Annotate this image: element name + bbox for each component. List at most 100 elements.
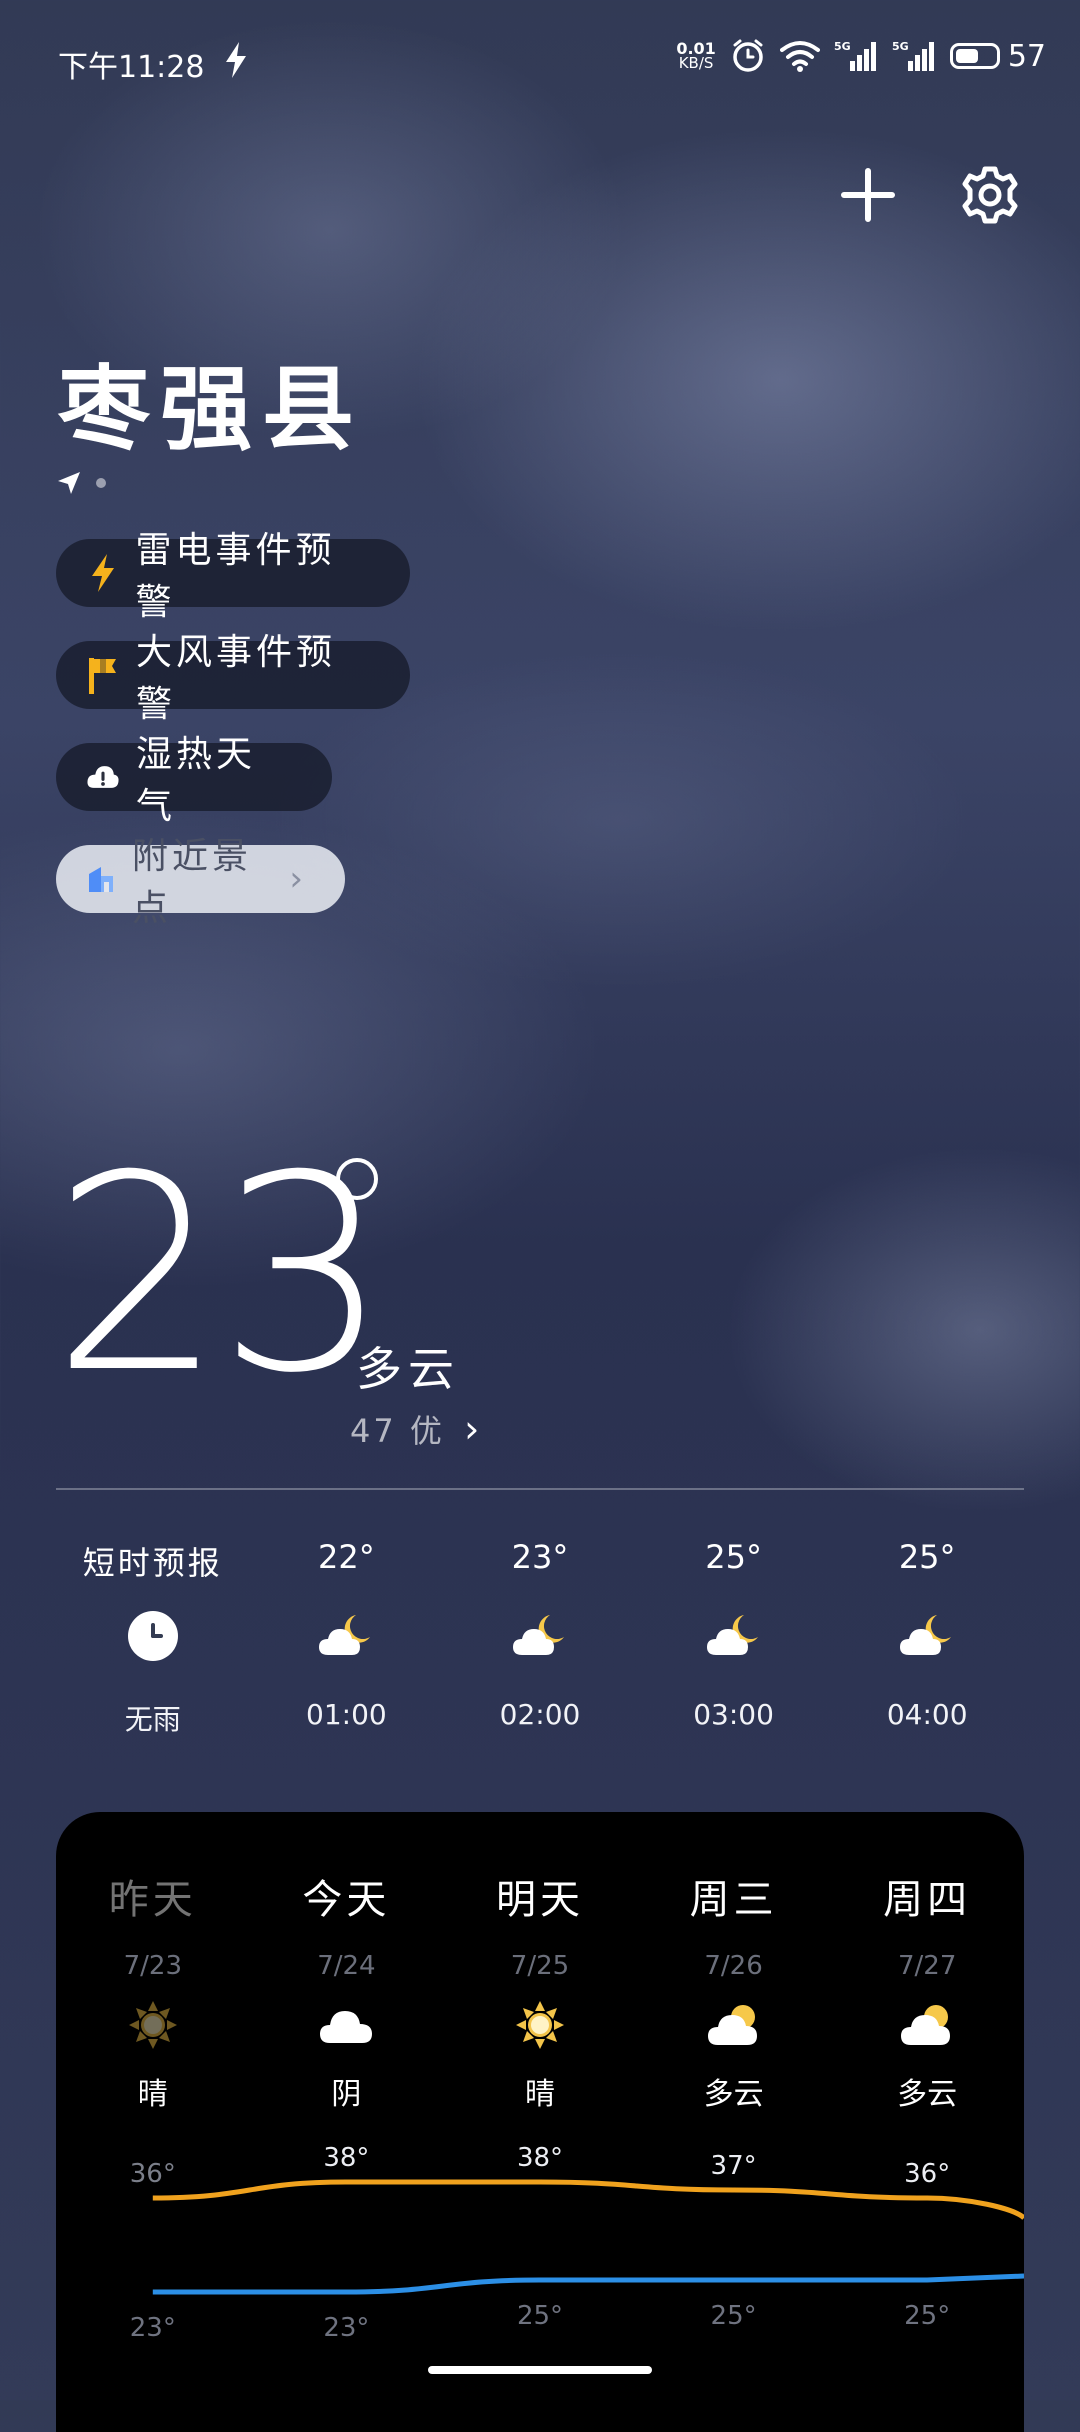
nearby-attractions-button[interactable]: 附近景点 ›: [56, 836, 345, 929]
wind-flag-icon: [86, 655, 120, 695]
alert-label: 湿热天气: [136, 734, 257, 827]
low-temp-line: [152, 2273, 1024, 2295]
nearby-label: 附近景点: [132, 836, 253, 929]
chevron-right-icon: ›: [289, 859, 307, 899]
day-date: 7/25: [510, 1951, 570, 1981]
location-arrow-icon: [58, 472, 80, 494]
high-temp-label: 38°: [517, 2143, 563, 2173]
status-icons: 0.01 KB/S 5G 5G 57: [676, 38, 1046, 74]
hourly-temp: 25°: [898, 1538, 956, 1576]
alert-chip-humid-heat[interactable]: 湿热天气: [56, 734, 332, 827]
cloudy-night-icon: [316, 1586, 376, 1686]
day-date: 7/23: [123, 1951, 182, 1981]
chevron-right-icon: ›: [464, 1407, 483, 1451]
day-condition: 阴: [331, 2077, 362, 2112]
svg-text:5G: 5G: [892, 40, 909, 53]
sunny-icon: [127, 1985, 179, 2065]
hourly-time: 01:00: [306, 1698, 387, 1731]
day-condition: 多云: [897, 2077, 958, 2112]
overcast-icon: [317, 1985, 375, 2065]
low-temp-label: 23°: [323, 2313, 369, 2343]
location-pager: [56, 470, 106, 496]
alert-chip-wind[interactable]: 大风事件预警: [56, 632, 410, 725]
daily-columns: 昨天 7/23 晴 今天 7/24 阴 明天 7/25 晴 周三 7/26 多云…: [56, 1867, 1024, 2113]
hourly-time: 02:00: [499, 1698, 581, 1731]
home-indicator[interactable]: [428, 2366, 652, 2374]
short-term-forecast-label: 短时预报: [82, 1544, 223, 1582]
clock-icon: [127, 1611, 178, 1661]
day-column-today[interactable]: 今天 7/24 阴: [250, 1867, 444, 2113]
alarm-icon: [733, 39, 763, 72]
signal-5g-icon-1: 5G: [834, 40, 876, 71]
hourly-time: 03:00: [693, 1698, 774, 1731]
current-temperature: 23: [52, 1117, 390, 1432]
hourly-temp: 22°: [318, 1538, 375, 1576]
day-column-yesterday[interactable]: 昨天 7/23 晴: [56, 1867, 250, 2113]
hourly-item[interactable]: 23° 02:00: [443, 1538, 637, 1738]
low-temp-label: 25°: [904, 2301, 950, 2331]
day-condition: 晴: [137, 2077, 168, 2112]
low-temp-label: 25°: [711, 2301, 757, 2331]
add-city-button[interactable]: [838, 165, 898, 225]
day-name: 今天: [302, 1877, 391, 1923]
hourly-item[interactable]: 22° 01:00: [250, 1538, 444, 1738]
high-temp-label: 36°: [904, 2159, 950, 2189]
network-speed: 0.01 KB/S: [676, 41, 715, 71]
svg-text:5G: 5G: [834, 40, 851, 53]
day-column-tomorrow[interactable]: 明天 7/25 晴: [443, 1867, 637, 2113]
lightning-icon: [86, 553, 120, 593]
day-name: 周三: [689, 1877, 778, 1923]
hourly-forecast[interactable]: 短时预报 无雨 22° 01:00 23° 02:00 25° 03:00 25…: [56, 1538, 1024, 1738]
hourly-item[interactable]: 短时预报 无雨: [56, 1538, 250, 1738]
day-date: 7/26: [704, 1951, 763, 1981]
sunny-icon: [514, 1985, 566, 2065]
day-column-wed[interactable]: 周三 7/26 多云: [637, 1867, 831, 2113]
day-condition: 晴: [524, 2077, 555, 2112]
alert-label: 大风事件预警: [136, 632, 337, 725]
temperature-trend-chart: 36° 23° 38° 23° 38° 25° 37° 25° 36° 25°: [130, 2143, 1024, 2343]
hourly-item[interactable]: 25° 03:00: [637, 1538, 831, 1738]
charging-bolt-icon: [226, 42, 246, 78]
battery-level: 57: [1007, 38, 1046, 74]
wifi-icon: [779, 41, 820, 72]
hourly-item[interactable]: 25° 04:00: [830, 1538, 1024, 1738]
high-temp-line: [152, 2179, 1024, 2220]
section-divider: [56, 1488, 1024, 1490]
partly-cloudy-icon: [898, 1985, 956, 2065]
city-name[interactable]: 枣强县: [58, 335, 364, 468]
signal-5g-icon-2: 5G: [892, 40, 934, 71]
network-speed-unit: KB/S: [678, 54, 714, 72]
hourly-temp: 23°: [511, 1538, 569, 1576]
day-column-thu[interactable]: 周四 7/27 多云: [830, 1867, 1024, 2113]
page-indicator-dot: [96, 478, 106, 488]
hourly-bottom: 无雨: [124, 1703, 181, 1736]
battery-icon: [949, 43, 1000, 69]
aqi-text: 47 优: [350, 1412, 445, 1450]
day-date: 7/24: [317, 1951, 376, 1981]
cloudy-night-icon: [897, 1586, 957, 1686]
warning-cloud-icon: [86, 757, 120, 797]
low-temp-label: 25°: [517, 2301, 563, 2331]
day-name: 昨天: [108, 1877, 197, 1923]
low-temp-label: 23°: [130, 2313, 176, 2343]
day-condition: 多云: [703, 2077, 764, 2112]
degree-circle-icon: [336, 1158, 378, 1200]
aqi-link[interactable]: 47 优 ›: [350, 1406, 482, 1452]
status-time: 下午11:28: [58, 50, 205, 85]
alert-label: 雷电事件预警: [135, 530, 336, 623]
day-name: 周四: [883, 1877, 972, 1923]
battery-indicator: 57: [949, 38, 1046, 74]
daily-forecast-card[interactable]: 昨天 7/23 晴 今天 7/24 阴 明天 7/25 晴 周三 7/26 多云…: [56, 1812, 1024, 2432]
high-temp-label: 37°: [711, 2151, 757, 2181]
partly-cloudy-icon: [705, 1985, 763, 2065]
cloudy-night-icon: [704, 1586, 764, 1686]
hourly-temp: 25°: [705, 1538, 762, 1576]
high-temp-label: 36°: [130, 2159, 176, 2189]
attraction-icon: [86, 859, 116, 899]
day-name: 明天: [495, 1877, 584, 1923]
hourly-time: 04:00: [886, 1698, 968, 1731]
high-temp-label: 38°: [323, 2143, 369, 2173]
settings-gear-icon[interactable]: [958, 163, 1022, 227]
alert-chip-thunder[interactable]: 雷电事件预警: [56, 530, 410, 623]
day-date: 7/27: [897, 1951, 957, 1981]
